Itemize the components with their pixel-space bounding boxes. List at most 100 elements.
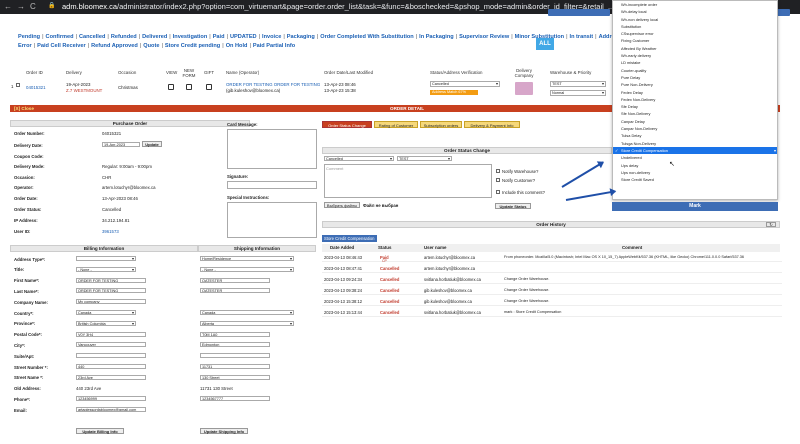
status-menu-item[interactable]: Order Completed With Substitution bbox=[320, 34, 414, 40]
shipping-first-input[interactable]: QATESTER bbox=[200, 277, 270, 283]
status-menu-item[interactable]: Investigation bbox=[173, 34, 208, 40]
dropdown-option[interactable]: Fedex Non-Delivery bbox=[613, 96, 777, 103]
row-checkbox[interactable] bbox=[16, 83, 20, 87]
dropdown-option[interactable]: Wh-delay local bbox=[613, 8, 777, 15]
tab-2[interactable]: Subscription orders bbox=[420, 121, 462, 128]
billing-street_name-input[interactable]: 23rd Ave bbox=[76, 374, 146, 380]
row-status-select[interactable]: Cancelled bbox=[430, 81, 500, 87]
signature-input[interactable] bbox=[227, 181, 317, 189]
status-menu-item[interactable]: Refunded bbox=[111, 34, 137, 40]
new-warehouse-select[interactable]: TEST bbox=[397, 156, 452, 161]
dropdown-option[interactable]: Pure Delay bbox=[613, 74, 777, 81]
dropdown-option[interactable]: Courier-quality bbox=[613, 67, 777, 74]
tab-0[interactable]: Order Status Change bbox=[322, 121, 372, 128]
refresh-icon[interactable]: ↻ bbox=[766, 222, 776, 227]
dropdown-option[interactable]: Sfe Non-Delivery bbox=[613, 110, 777, 117]
notify-customer-checkbox[interactable] bbox=[496, 178, 500, 182]
status-menu-item[interactable]: Pending bbox=[18, 34, 40, 40]
update-status-button[interactable]: Update Status bbox=[495, 203, 531, 209]
billing-country-input[interactable]: Canada bbox=[76, 310, 136, 315]
billing-last-input[interactable]: ORDER FOR TESTING bbox=[76, 288, 146, 294]
forward-icon[interactable]: → bbox=[17, 2, 25, 11]
status-menu-item[interactable]: Paid bbox=[213, 34, 225, 40]
status-menu-item[interactable]: Confirmed bbox=[46, 34, 74, 40]
status-menu-item[interactable]: Refund Approved bbox=[91, 43, 138, 49]
dropdown-option[interactable]: Store Credit Saved bbox=[613, 176, 777, 183]
dropdown-option[interactable]: Fedex Delay bbox=[613, 89, 777, 96]
shipping-address_type-input[interactable]: Home/Residence bbox=[200, 256, 294, 261]
update-billing-button[interactable]: Update Billing Info bbox=[76, 428, 124, 434]
order-id-link[interactable]: 04015321 bbox=[26, 85, 46, 90]
dropdown-option[interactable]: Pure Non-Delivery bbox=[613, 81, 777, 88]
status-menu-item[interactable]: Invoice bbox=[262, 34, 281, 40]
dropdown-option[interactable]: LD mistake bbox=[613, 59, 777, 66]
special-instructions-textarea[interactable] bbox=[227, 202, 317, 238]
shipping-street_num-input[interactable]: 11731 bbox=[200, 364, 270, 369]
billing-phone-input[interactable]: 123456999 bbox=[76, 396, 146, 402]
dropdown-option[interactable]: Tulsga Non-Delivery bbox=[613, 140, 777, 147]
dropdown-option[interactable]: Fixing Customer bbox=[613, 37, 777, 44]
status-menu-item[interactable]: In transit bbox=[570, 34, 594, 40]
dropdown-option[interactable]: Undelivered bbox=[613, 154, 777, 161]
address-bar[interactable]: adm.bloomex.ca/administrator/index2.php?… bbox=[62, 2, 614, 11]
status-menu-item[interactable]: Store Credit pending bbox=[165, 43, 220, 49]
status-menu-item[interactable]: Cancelled bbox=[79, 34, 105, 40]
dropdown-option[interactable]: Store Credit Compensation bbox=[613, 146, 777, 155]
billing-province-input[interactable]: British Columbia bbox=[76, 320, 136, 326]
status-menu-item[interactable]: On Hold bbox=[226, 43, 248, 49]
warehouse-select[interactable]: TEST bbox=[550, 81, 606, 87]
delivery-date-input[interactable]: 19-Apr-2023 bbox=[102, 142, 140, 147]
status-menu-item[interactable]: UPDATED bbox=[230, 34, 257, 40]
include-comment-checkbox[interactable] bbox=[496, 190, 500, 194]
shipping-province-input[interactable]: Alberta bbox=[200, 320, 294, 326]
update-date-button[interactable]: Update bbox=[142, 141, 162, 147]
shipping-last-input[interactable]: QATESTER bbox=[200, 288, 270, 294]
dropdown-option[interactable]: Ups delay bbox=[613, 162, 777, 169]
billing-street_num-input[interactable]: 440 bbox=[76, 364, 146, 369]
view-icon[interactable] bbox=[168, 84, 174, 90]
dropdown-option[interactable]: Substitution bbox=[613, 23, 777, 30]
choose-file-button[interactable]: Выбрать файлы bbox=[324, 202, 360, 208]
dropdown-option[interactable]: Wh-non delivery local bbox=[613, 16, 777, 23]
new-form-icon[interactable] bbox=[186, 84, 192, 90]
billing-email-input[interactable]: artaglessonfabloomex@gmail.com bbox=[76, 407, 146, 413]
shipping-phone-input[interactable]: 1234567777 bbox=[200, 396, 270, 402]
status-menu-item[interactable]: Paid Partial Info bbox=[253, 43, 295, 49]
dropdown-option[interactable]: Wh-incomplete order bbox=[613, 1, 777, 8]
priority-select[interactable]: Normal bbox=[550, 90, 606, 96]
comment-textarea[interactable]: Comment bbox=[324, 164, 492, 198]
back-icon[interactable]: ← bbox=[4, 2, 12, 11]
dropdown-option[interactable]: Affected By Weather bbox=[613, 45, 777, 52]
reload-icon[interactable]: C bbox=[30, 2, 36, 11]
new-status-select[interactable]: Cancelled bbox=[324, 156, 394, 161]
dropdown-option[interactable]: Sfe Delay bbox=[613, 103, 777, 110]
shipping-postal-input[interactable]: T0M 1A0 bbox=[200, 331, 270, 337]
shipping-title_v-input[interactable]: - None - bbox=[200, 266, 294, 272]
status-menu-item[interactable]: Paid Cell Receiver bbox=[37, 43, 86, 49]
all-button[interactable]: ALL bbox=[536, 38, 554, 50]
close-link[interactable]: [X] Close bbox=[14, 106, 34, 111]
status-menu-item[interactable]: Supervisor Review bbox=[459, 34, 509, 40]
billing-title_v-input[interactable]: - None - bbox=[76, 266, 136, 272]
billing-address_type_l-input[interactable] bbox=[76, 256, 136, 261]
user-id-link[interactable]: 3961573 bbox=[102, 229, 119, 234]
dropdown-option[interactable]: CSsupervisor error bbox=[613, 30, 777, 37]
top-button-1[interactable] bbox=[548, 9, 610, 16]
card-message-textarea[interactable] bbox=[227, 129, 317, 169]
tab-1[interactable]: Rating of Customer bbox=[374, 121, 418, 128]
status-dropdown-list[interactable]: Wh-incomplete order Wh-delay local Wh-non … bbox=[612, 0, 778, 200]
shipping-country-input[interactable]: Canada bbox=[200, 310, 294, 315]
billing-suite_l-input[interactable] bbox=[76, 353, 146, 359]
status-menu-item[interactable]: Quote bbox=[143, 43, 159, 49]
update-shipping-button[interactable]: Update Shipping Info bbox=[200, 428, 248, 434]
status-menu-item[interactable]: Delivered bbox=[142, 34, 167, 40]
tab-3[interactable]: Delivery & Payment Info bbox=[464, 121, 520, 128]
store-credit-compensation-button[interactable]: Store Credit Compensation bbox=[322, 235, 377, 242]
notify-warehouse-checkbox[interactable] bbox=[496, 169, 500, 173]
shipping-city-input[interactable]: Edmonton bbox=[200, 342, 270, 348]
billing-company-input[interactable]: My company bbox=[76, 299, 146, 305]
billing-postal-input[interactable]: V0Y 3H4 bbox=[76, 331, 146, 337]
gift-icon[interactable] bbox=[206, 84, 212, 90]
dropdown-option[interactable]: Ups non-delivery bbox=[613, 169, 777, 176]
mark-button[interactable]: Mark bbox=[612, 202, 778, 211]
